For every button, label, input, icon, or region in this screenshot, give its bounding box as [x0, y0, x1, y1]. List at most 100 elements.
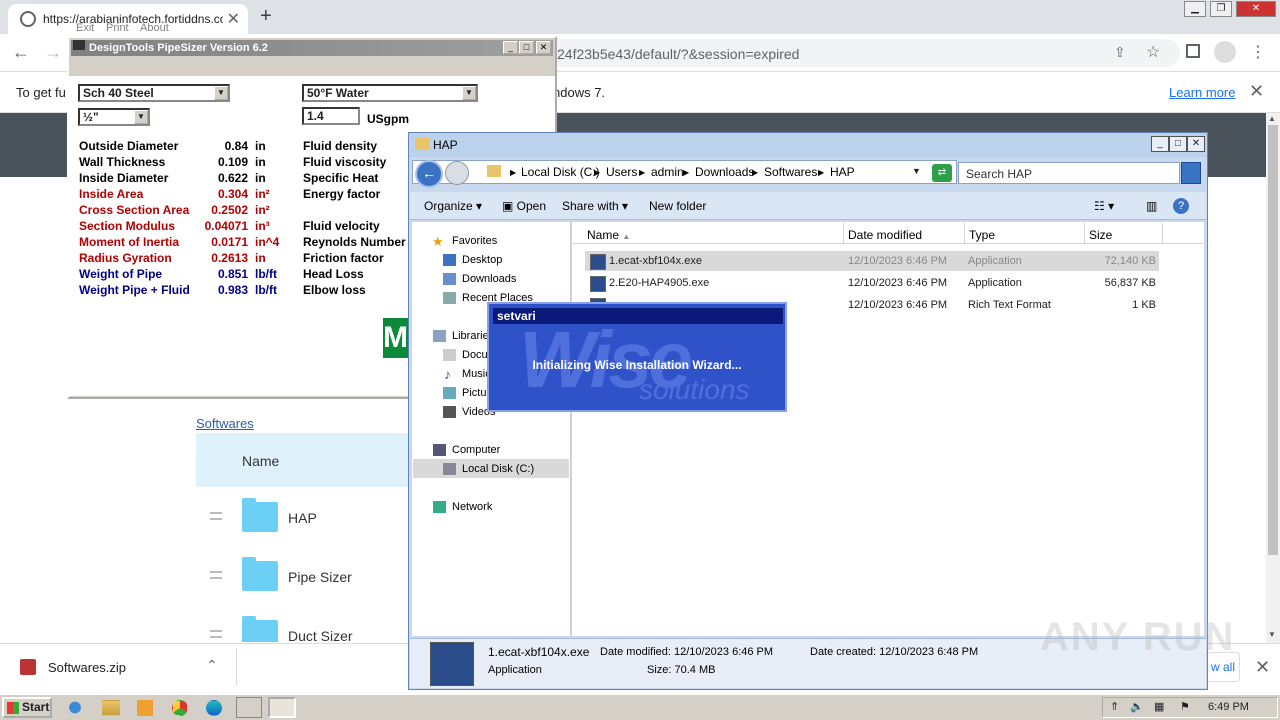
file-name[interactable]: 1.ecat-xbf104x.exe	[609, 255, 702, 267]
dropdown-arrow-icon[interactable]: ▼	[134, 110, 148, 124]
breadcrumb-arrow-icon[interactable]: ▶	[594, 168, 600, 177]
nav-downloads[interactable]: Downloads	[462, 273, 516, 285]
explorer-titlebar[interactable]: HAP	[409, 133, 1207, 157]
forward-icon[interactable]	[445, 161, 469, 185]
chevron-up-icon[interactable]: ⌃	[206, 657, 218, 674]
drag-handle-icon[interactable]	[210, 512, 222, 520]
nav-network[interactable]: Network	[452, 501, 492, 513]
new-folder-button[interactable]: New folder	[649, 199, 706, 213]
minimize-icon[interactable]: ▁	[1184, 1, 1206, 17]
edge-icon[interactable]	[206, 700, 222, 716]
organize-button[interactable]: Organize ▾	[424, 199, 482, 213]
column-type[interactable]: Type	[969, 228, 995, 242]
open-button[interactable]: ▣ Open	[502, 199, 546, 213]
close-infobar-icon[interactable]: ✕	[1249, 81, 1264, 102]
minimize-icon[interactable]: _	[503, 41, 518, 54]
network-tray-icon[interactable]: ▦	[1154, 700, 1164, 713]
volume-icon[interactable]: 🔈	[1130, 700, 1144, 713]
media-player-icon[interactable]	[137, 700, 153, 716]
breadcrumb-item[interactable]: Users	[606, 165, 637, 179]
ie-icon[interactable]	[64, 697, 86, 718]
download-item[interactable]: Softwares.zip	[48, 660, 126, 675]
explorer-icon[interactable]	[102, 700, 120, 716]
sidepanel-icon[interactable]	[1186, 44, 1200, 58]
forward-icon[interactable]: →	[44, 42, 62, 63]
scroll-up-icon[interactable]: ▲	[1268, 114, 1276, 123]
divider[interactable]	[1162, 223, 1163, 244]
drag-handle-icon[interactable]	[210, 571, 222, 579]
chrome-icon[interactable]	[172, 700, 188, 716]
menu-print[interactable]: Print	[106, 22, 129, 34]
breadcrumb-item[interactable]: Softwares	[764, 165, 817, 179]
breadcrumb-item[interactable]: Local Disk (C:)	[521, 165, 600, 179]
pipesizer-task-icon[interactable]	[236, 697, 262, 718]
nav-local-disk[interactable]: Local Disk (C:)	[462, 463, 534, 475]
close-icon[interactable]: ✕	[536, 41, 551, 54]
search-icon[interactable]	[1181, 162, 1201, 184]
help-icon[interactable]: ?	[1173, 198, 1189, 214]
maximize-icon[interactable]: □	[519, 41, 534, 54]
folder-row[interactable]: Pipe Sizer	[196, 549, 410, 607]
view-options-icon[interactable]: ☷ ▾	[1094, 199, 1114, 213]
folder-row[interactable]: HAP	[196, 490, 410, 548]
learn-more-link[interactable]: Learn more	[1169, 85, 1235, 100]
name-column-header[interactable]: Name	[196, 433, 410, 487]
start-button[interactable]: Start	[2, 697, 52, 718]
nav-favorites[interactable]: Favorites	[452, 235, 497, 247]
file-name[interactable]: 2.E20-HAP4905.exe	[609, 277, 709, 289]
minimize-icon[interactable]: _	[1151, 136, 1169, 152]
history-dropdown-icon[interactable]: ▼	[912, 166, 921, 176]
nav-computer[interactable]: Computer	[452, 444, 500, 456]
share-with-button[interactable]: Share with ▾	[562, 199, 628, 213]
close-download-bar-icon[interactable]: ✕	[1255, 657, 1270, 678]
nav-pictures[interactable]: Pictur	[462, 387, 490, 399]
share-icon[interactable]: ⇪	[1114, 44, 1126, 61]
pipe-size-select[interactable]: ½" ▼	[78, 108, 150, 126]
scrollbar-thumb[interactable]	[1268, 125, 1278, 555]
back-icon[interactable]: ←	[12, 42, 30, 63]
fluid-select[interactable]: 50°F Water ▼	[302, 84, 478, 102]
breadcrumb-arrow-icon[interactable]: ▶	[818, 168, 824, 177]
breadcrumb-arrow-icon[interactable]: ▶	[683, 168, 689, 177]
pipe-type-select[interactable]: Sch 40 Steel ▼	[78, 84, 230, 102]
column-name[interactable]: Name ▲	[587, 228, 630, 242]
breadcrumb-arrow-icon[interactable]: ▶	[510, 168, 516, 177]
menu-about[interactable]: About	[140, 22, 169, 34]
menu-icon[interactable]: ⋮	[1250, 42, 1266, 62]
flag-icon[interactable]: ⚑	[1180, 700, 1190, 713]
breadcrumb-arrow-icon[interactable]: ▶	[752, 168, 758, 177]
preview-pane-icon[interactable]: ▥	[1146, 199, 1157, 213]
installer-task-icon[interactable]	[268, 697, 296, 718]
scroll-down-icon[interactable]: ▼	[1268, 630, 1276, 639]
column-size[interactable]: Size	[1089, 228, 1112, 242]
menu-exit[interactable]: Exit	[76, 22, 94, 34]
drag-handle-icon[interactable]	[210, 630, 222, 638]
close-window-icon[interactable]: ✕	[1236, 1, 1276, 17]
new-tab-icon[interactable]: +	[260, 5, 272, 28]
breadcrumb[interactable]: Softwares	[196, 416, 254, 431]
profile-avatar[interactable]	[1214, 41, 1236, 63]
dialog-title[interactable]: setvari	[493, 308, 783, 324]
breadcrumb-arrow-icon[interactable]: ▶	[639, 168, 645, 177]
maximize-icon[interactable]: □	[1169, 136, 1187, 152]
clock[interactable]: 6:49 PM	[1208, 701, 1249, 713]
back-icon[interactable]: ←	[415, 160, 443, 188]
nav-desktop[interactable]: Desktop	[462, 254, 502, 266]
divider[interactable]	[1084, 223, 1085, 244]
search-input[interactable]: Search HAP	[958, 162, 1180, 184]
folder-row[interactable]: Duct Sizer	[196, 608, 410, 642]
dropdown-arrow-icon[interactable]: ▼	[214, 86, 228, 100]
nav-libraries[interactable]: Librarie	[452, 330, 489, 342]
nav-documents[interactable]: Docu	[462, 349, 488, 361]
close-icon[interactable]: ✕	[1187, 136, 1205, 152]
divider[interactable]	[843, 223, 844, 244]
refresh-icon[interactable]: ⇄	[932, 164, 952, 182]
breadcrumb-item[interactable]: HAP	[830, 165, 855, 179]
flow-input[interactable]: 1.4	[302, 107, 360, 125]
breadcrumb-item[interactable]: Downloads	[695, 165, 754, 179]
divider[interactable]	[964, 223, 965, 244]
restore-icon[interactable]: ❐	[1210, 1, 1232, 17]
column-date-modified[interactable]: Date modified	[848, 228, 922, 242]
pipesizer-titlebar[interactable]: DesignTools PipeSizer Version 6.2	[71, 40, 553, 56]
bookmark-star-icon[interactable]: ☆	[1146, 42, 1160, 62]
